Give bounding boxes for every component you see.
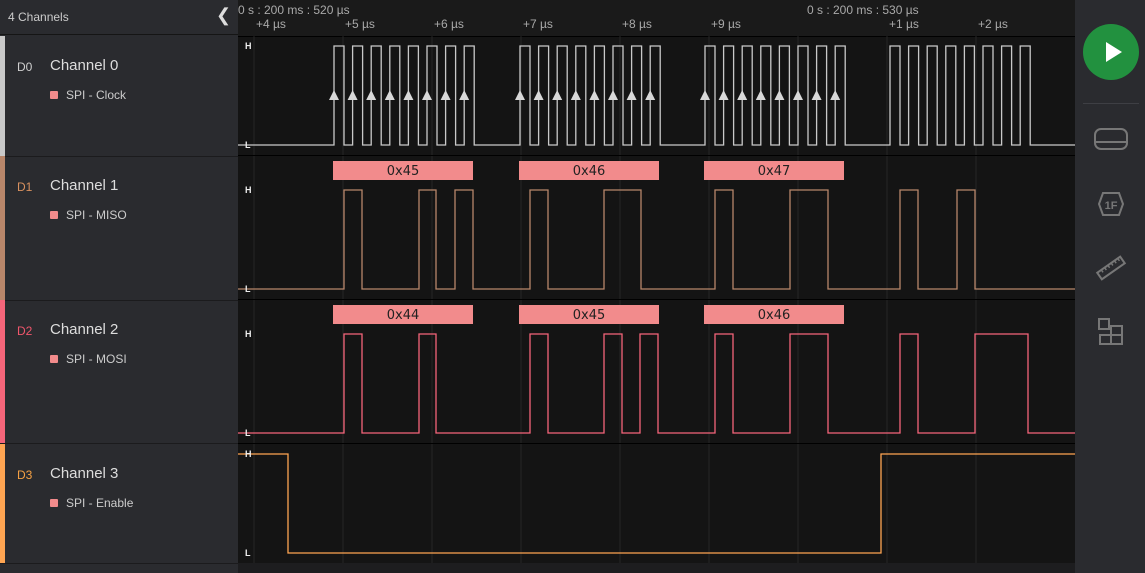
rising-edge-marker-icon (533, 90, 544, 100)
analyzer-label: SPI - Enable (50, 496, 133, 510)
sidebar-header: 4 Channels ❮ (0, 0, 238, 35)
analyzer-name: SPI - Enable (66, 496, 134, 510)
analyzer-color-swatch (50, 91, 58, 99)
analyzer-name: SPI - MISO (66, 208, 127, 222)
waveform-d1 (238, 189, 1075, 290)
rising-edge-marker-icon (384, 90, 395, 100)
rising-edge-marker-icon (718, 90, 729, 100)
channel-sidebar: 4 Channels ❮ D0 Channel 0 SPI - Clock D1… (0, 0, 238, 573)
channel-row-d1[interactable]: D1 Channel 1 SPI - MISO (0, 156, 238, 301)
analyzer-label: SPI - MOSI (50, 352, 127, 366)
rising-edge-marker-icon (774, 90, 785, 100)
channel-color-bar (0, 156, 5, 300)
decoded-byte-value: 0x44 (387, 308, 420, 323)
play-icon[interactable] (1083, 24, 1139, 80)
svg-text:1F: 1F (1105, 200, 1118, 212)
rising-edge-marker-icon (366, 90, 377, 100)
channel-name[interactable]: Channel 1 (50, 177, 118, 194)
rising-edge-marker-icon (589, 90, 600, 100)
channel-id: D1 (17, 180, 33, 194)
rising-edge-marker-icon (645, 90, 656, 100)
rising-edge-marker-icon (403, 90, 414, 100)
rising-edge-marker-icon (755, 90, 766, 100)
level-low-label: L (245, 284, 251, 294)
channel-count: 4 Channels (8, 10, 69, 24)
rising-edge-marker-icon (515, 90, 525, 100)
rising-edge-marker-icon (830, 90, 841, 100)
analyzer-name: SPI - Clock (66, 88, 127, 102)
rising-edge-marker-icon (626, 90, 637, 100)
channel-name[interactable]: Channel 3 (50, 465, 118, 482)
level-high-label: H (245, 329, 252, 339)
channel-id: D3 (17, 468, 33, 482)
analyzer-color-swatch (50, 499, 58, 507)
channel-row-d3[interactable]: D3 Channel 3 SPI - Enable (0, 444, 238, 564)
level-high-label: H (245, 449, 252, 459)
analyzer-color-swatch (50, 355, 58, 363)
right-toolbar: 1F (1075, 0, 1145, 573)
rising-edge-marker-icon (459, 90, 470, 100)
channel-id: D2 (17, 324, 33, 338)
rising-edge-marker-icon (440, 90, 451, 100)
ruler-measure-icon[interactable] (1095, 252, 1127, 284)
chevron-left-icon[interactable]: ❮ (216, 5, 231, 26)
channel-color-bar (0, 36, 5, 156)
waveform-d0 (238, 45, 1075, 146)
toolbar-divider (1083, 103, 1139, 104)
level-high-label: H (245, 185, 252, 195)
rising-edge-marker-icon (737, 90, 748, 100)
rising-edge-marker-icon (811, 90, 822, 100)
rising-edge-marker-icon (329, 90, 339, 100)
decoded-byte-value: 0x45 (387, 164, 420, 179)
level-high-label: H (245, 41, 252, 51)
rising-edge-marker-icon (422, 90, 432, 100)
channel-name[interactable]: Channel 0 (50, 57, 118, 74)
channel-id: D0 (17, 60, 33, 74)
channel-row-d0[interactable]: D0 Channel 0 SPI - Clock (0, 36, 238, 157)
level-low-label: L (245, 140, 251, 150)
analyzer-1f-icon[interactable]: 1F (1095, 188, 1127, 220)
decoded-byte-value: 0x45 (573, 308, 606, 323)
rising-edge-marker-icon (608, 90, 618, 100)
extensions-icon[interactable] (1095, 316, 1127, 348)
decoded-byte-value: 0x47 (758, 164, 791, 179)
rising-edge-marker-icon (347, 90, 358, 100)
channel-row-d2[interactable]: D2 Channel 2 SPI - MOSI (0, 300, 238, 444)
analyzer-color-swatch (50, 211, 58, 219)
channel-color-bar (0, 300, 5, 443)
rising-edge-marker-icon (793, 90, 803, 100)
decoded-byte-value: 0x46 (758, 308, 791, 323)
channel-color-bar (0, 444, 5, 563)
horizontal-scroll-area[interactable] (238, 563, 1075, 573)
analyzer-label: SPI - Clock (50, 88, 126, 102)
waveform-d3 (238, 453, 1075, 554)
decoded-byte-value: 0x46 (573, 164, 606, 179)
device-icon[interactable] (1093, 124, 1129, 156)
rising-edge-marker-icon (570, 90, 581, 100)
analyzer-label: SPI - MISO (50, 208, 127, 222)
rising-edge-marker-icon (552, 90, 563, 100)
level-low-label: L (245, 548, 251, 558)
waveform-d2 (238, 333, 1075, 434)
analyzer-name: SPI - MOSI (66, 352, 127, 366)
channel-name[interactable]: Channel 2 (50, 321, 118, 338)
level-low-label: L (245, 428, 251, 438)
